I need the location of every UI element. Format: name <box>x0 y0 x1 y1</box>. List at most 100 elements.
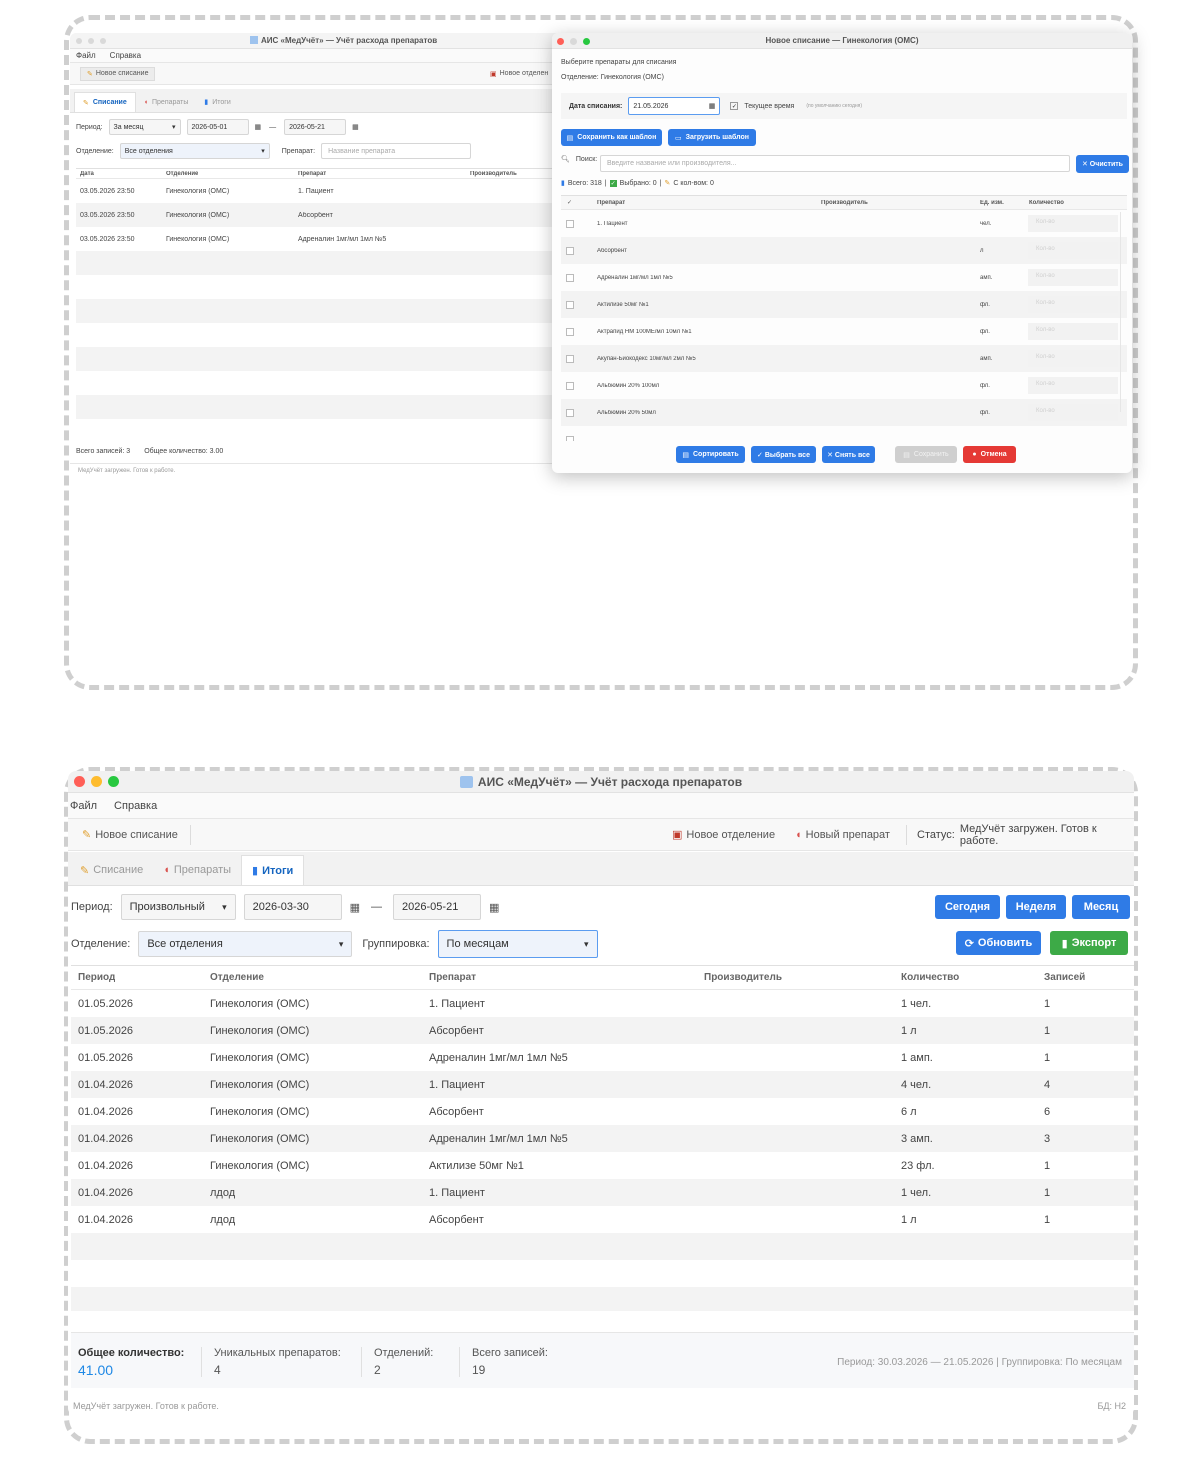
row-checkbox[interactable] <box>566 300 574 309</box>
quantity-input[interactable]: Кол-во <box>1028 404 1118 421</box>
table-row[interactable] <box>561 426 1127 441</box>
table-row[interactable] <box>76 347 570 371</box>
table-row[interactable]: 03.05.2026 23:50 Гинекология (ОМС) Абсорбе… <box>76 203 570 227</box>
calendar-icon[interactable]: ▦ <box>352 123 359 131</box>
table-row[interactable] <box>71 1287 1134 1311</box>
table-row[interactable] <box>76 371 570 395</box>
table-row[interactable] <box>76 251 570 275</box>
today-button[interactable]: Сегодня <box>935 895 1000 919</box>
table-row[interactable]: Альбюмин 20% 50мл фл. Кол-во <box>561 399 1127 426</box>
new-drug-button[interactable]: ◖ Новый препарат <box>795 829 890 841</box>
table-row[interactable] <box>76 395 570 419</box>
table-row[interactable] <box>76 299 570 323</box>
date-from-field[interactable]: 2026-03-30 <box>243 894 342 920</box>
table-row[interactable] <box>76 419 570 443</box>
table-row[interactable]: Акупан-Биокодекс 10мг/мл 2мл №5 амп. Кол-в… <box>561 345 1127 372</box>
col-drug[interactable]: Препарат <box>429 972 476 983</box>
save-button[interactable]: ▤ Сохранить <box>895 446 957 463</box>
table-row[interactable]: Абсорбент л Кол-во <box>561 237 1127 264</box>
export-button[interactable]: ▮ Экспорт <box>1050 931 1128 955</box>
col-unit[interactable]: Ед. изм. <box>980 200 1004 206</box>
row-checkbox[interactable] <box>566 354 574 363</box>
date-to-field[interactable]: 2026-05-21 <box>284 119 347 135</box>
table-row[interactable]: Актрапид НМ 100МЕ/мл 10мл №1 фл. Кол-во <box>561 318 1127 345</box>
tab-totals[interactable]: ▮ Итоги <box>241 855 305 885</box>
table-row[interactable]: 01.04.2026 лдод 1. Пациент 1 чел. 1 <box>71 1179 1134 1206</box>
period-select[interactable]: Произвольный ▾ <box>120 894 236 920</box>
drug-filter-input[interactable]: Название препарата <box>321 143 472 159</box>
table-row[interactable] <box>76 323 570 347</box>
department-select[interactable]: Все отделения ▾ <box>138 931 353 957</box>
row-checkbox[interactable] <box>566 408 574 417</box>
table-row[interactable]: Актилизе 50мг №1 фл. Кол-во <box>561 291 1127 318</box>
col-period[interactable]: Период <box>78 972 115 983</box>
tab-drugs[interactable]: ◖ Препараты <box>153 855 241 885</box>
table-row[interactable]: 01.04.2026 Гинекология (ОМС) Абсорбент 6 л 6 <box>71 1098 1134 1125</box>
table-row[interactable] <box>71 1233 1134 1260</box>
col-date[interactable]: Дата <box>80 171 94 177</box>
cancel-button[interactable]: ● Отмена <box>963 446 1016 463</box>
row-checkbox[interactable] <box>566 273 574 282</box>
quantity-input[interactable]: Кол-во <box>1028 269 1118 286</box>
quantity-input[interactable]: Кол-во <box>1028 296 1118 313</box>
col-drug[interactable]: Препарат <box>298 171 326 177</box>
quantity-input[interactable]: Кол-во <box>1028 377 1118 394</box>
table-row[interactable]: Альбюмин 20% 100мл фл. Кол-во <box>561 372 1127 399</box>
row-checkbox[interactable] <box>566 219 574 228</box>
row-checkbox[interactable] <box>566 435 574 441</box>
new-department-button[interactable]: ▣ Новое отделен <box>490 70 548 78</box>
row-checkbox[interactable] <box>566 327 574 336</box>
new-department-button[interactable]: ▣ Новое отделение <box>672 828 775 842</box>
table-row[interactable]: 01.05.2026 Гинекология (ОМС) Адреналин 1мг… <box>71 1044 1134 1071</box>
table-row[interactable]: 1. Пациент чел. Кол-во <box>561 210 1127 237</box>
calendar-icon[interactable]: ▦ <box>255 123 262 131</box>
sort-button[interactable]: ▤ Сортировать <box>676 446 745 463</box>
table-row[interactable] <box>71 1260 1134 1287</box>
col-drug[interactable]: Препарат <box>597 200 625 206</box>
tab-writeoff[interactable]: ✎ Списание <box>74 92 136 112</box>
col-check[interactable]: ✓ <box>567 199 572 206</box>
close-window-button[interactable] <box>76 38 82 44</box>
zoom-window-button[interactable] <box>100 38 106 44</box>
search-input[interactable]: Введите название или производителя... <box>600 155 1070 172</box>
table-row[interactable]: 01.05.2026 Гинекология (ОМС) Абсорбент 1 л 1 <box>71 1017 1134 1044</box>
col-department[interactable]: Отделение <box>166 171 198 177</box>
col-quantity[interactable]: Количество <box>901 972 959 983</box>
menu-file[interactable]: Файл <box>76 51 96 60</box>
calendar-icon[interactable]: ▦ <box>709 102 716 110</box>
col-department[interactable]: Отделение <box>210 972 264 983</box>
new-writeoff-button[interactable]: ✎ Новое списание <box>80 66 156 81</box>
tab-drugs[interactable]: ◖ Препараты <box>136 92 197 112</box>
select-all-button[interactable]: ✓ Выбрать все <box>751 446 816 463</box>
row-checkbox[interactable] <box>566 246 574 255</box>
current-time-checkbox[interactable]: ✓ <box>730 102 739 110</box>
table-row[interactable]: 01.04.2026 Гинекология (ОМС) Адреналин 1мг… <box>71 1125 1134 1152</box>
table-row[interactable]: Адреналин 1мг/мл 1мл №5 амп. Кол-во <box>561 264 1127 291</box>
col-manufacturer[interactable]: Производитель <box>470 171 517 177</box>
refresh-button[interactable]: ⟳ Обновить <box>956 931 1041 955</box>
new-writeoff-button[interactable]: ✎ Новое списание <box>82 824 191 845</box>
scrollbar[interactable] <box>1120 212 1125 412</box>
table-row[interactable]: 01.04.2026 Гинекология (ОМС) Актилизе 50мг… <box>71 1152 1134 1179</box>
col-manufacturer[interactable]: Производитель <box>821 200 868 206</box>
col-records[interactable]: Записей <box>1044 972 1085 983</box>
table-row[interactable]: 01.04.2026 Гинекология (ОМС) 1. Пациент 4 ч… <box>71 1071 1134 1098</box>
period-select[interactable]: За месяц ▾ <box>108 119 181 135</box>
table-row[interactable] <box>76 275 570 299</box>
col-quantity[interactable]: Количество <box>1029 200 1064 206</box>
deselect-all-button[interactable]: ✕ Снять все <box>822 446 875 463</box>
calendar-icon[interactable]: ▦ <box>350 901 360 914</box>
col-manufacturer[interactable]: Производитель <box>704 972 782 983</box>
menu-help[interactable]: Справка <box>110 51 141 60</box>
table-row[interactable]: 03.05.2026 23:50 Гинекология (ОМС) 1. Паци… <box>76 179 570 203</box>
week-button[interactable]: Неделя <box>1006 895 1066 919</box>
date-from-field[interactable]: 2026-05-01 <box>186 119 249 135</box>
quantity-input[interactable]: Кол-во <box>1028 215 1118 232</box>
calendar-icon[interactable]: ▦ <box>489 901 499 914</box>
grouping-select[interactable]: По месяцам ▾ <box>437 930 598 958</box>
row-checkbox[interactable] <box>566 381 574 390</box>
quantity-input[interactable]: Кол-во <box>1028 323 1118 340</box>
department-select[interactable]: Все отделения ▾ <box>119 143 270 159</box>
tab-totals[interactable]: ▮ Итоги <box>196 92 238 112</box>
quantity-input[interactable]: Кол-во <box>1028 242 1118 259</box>
